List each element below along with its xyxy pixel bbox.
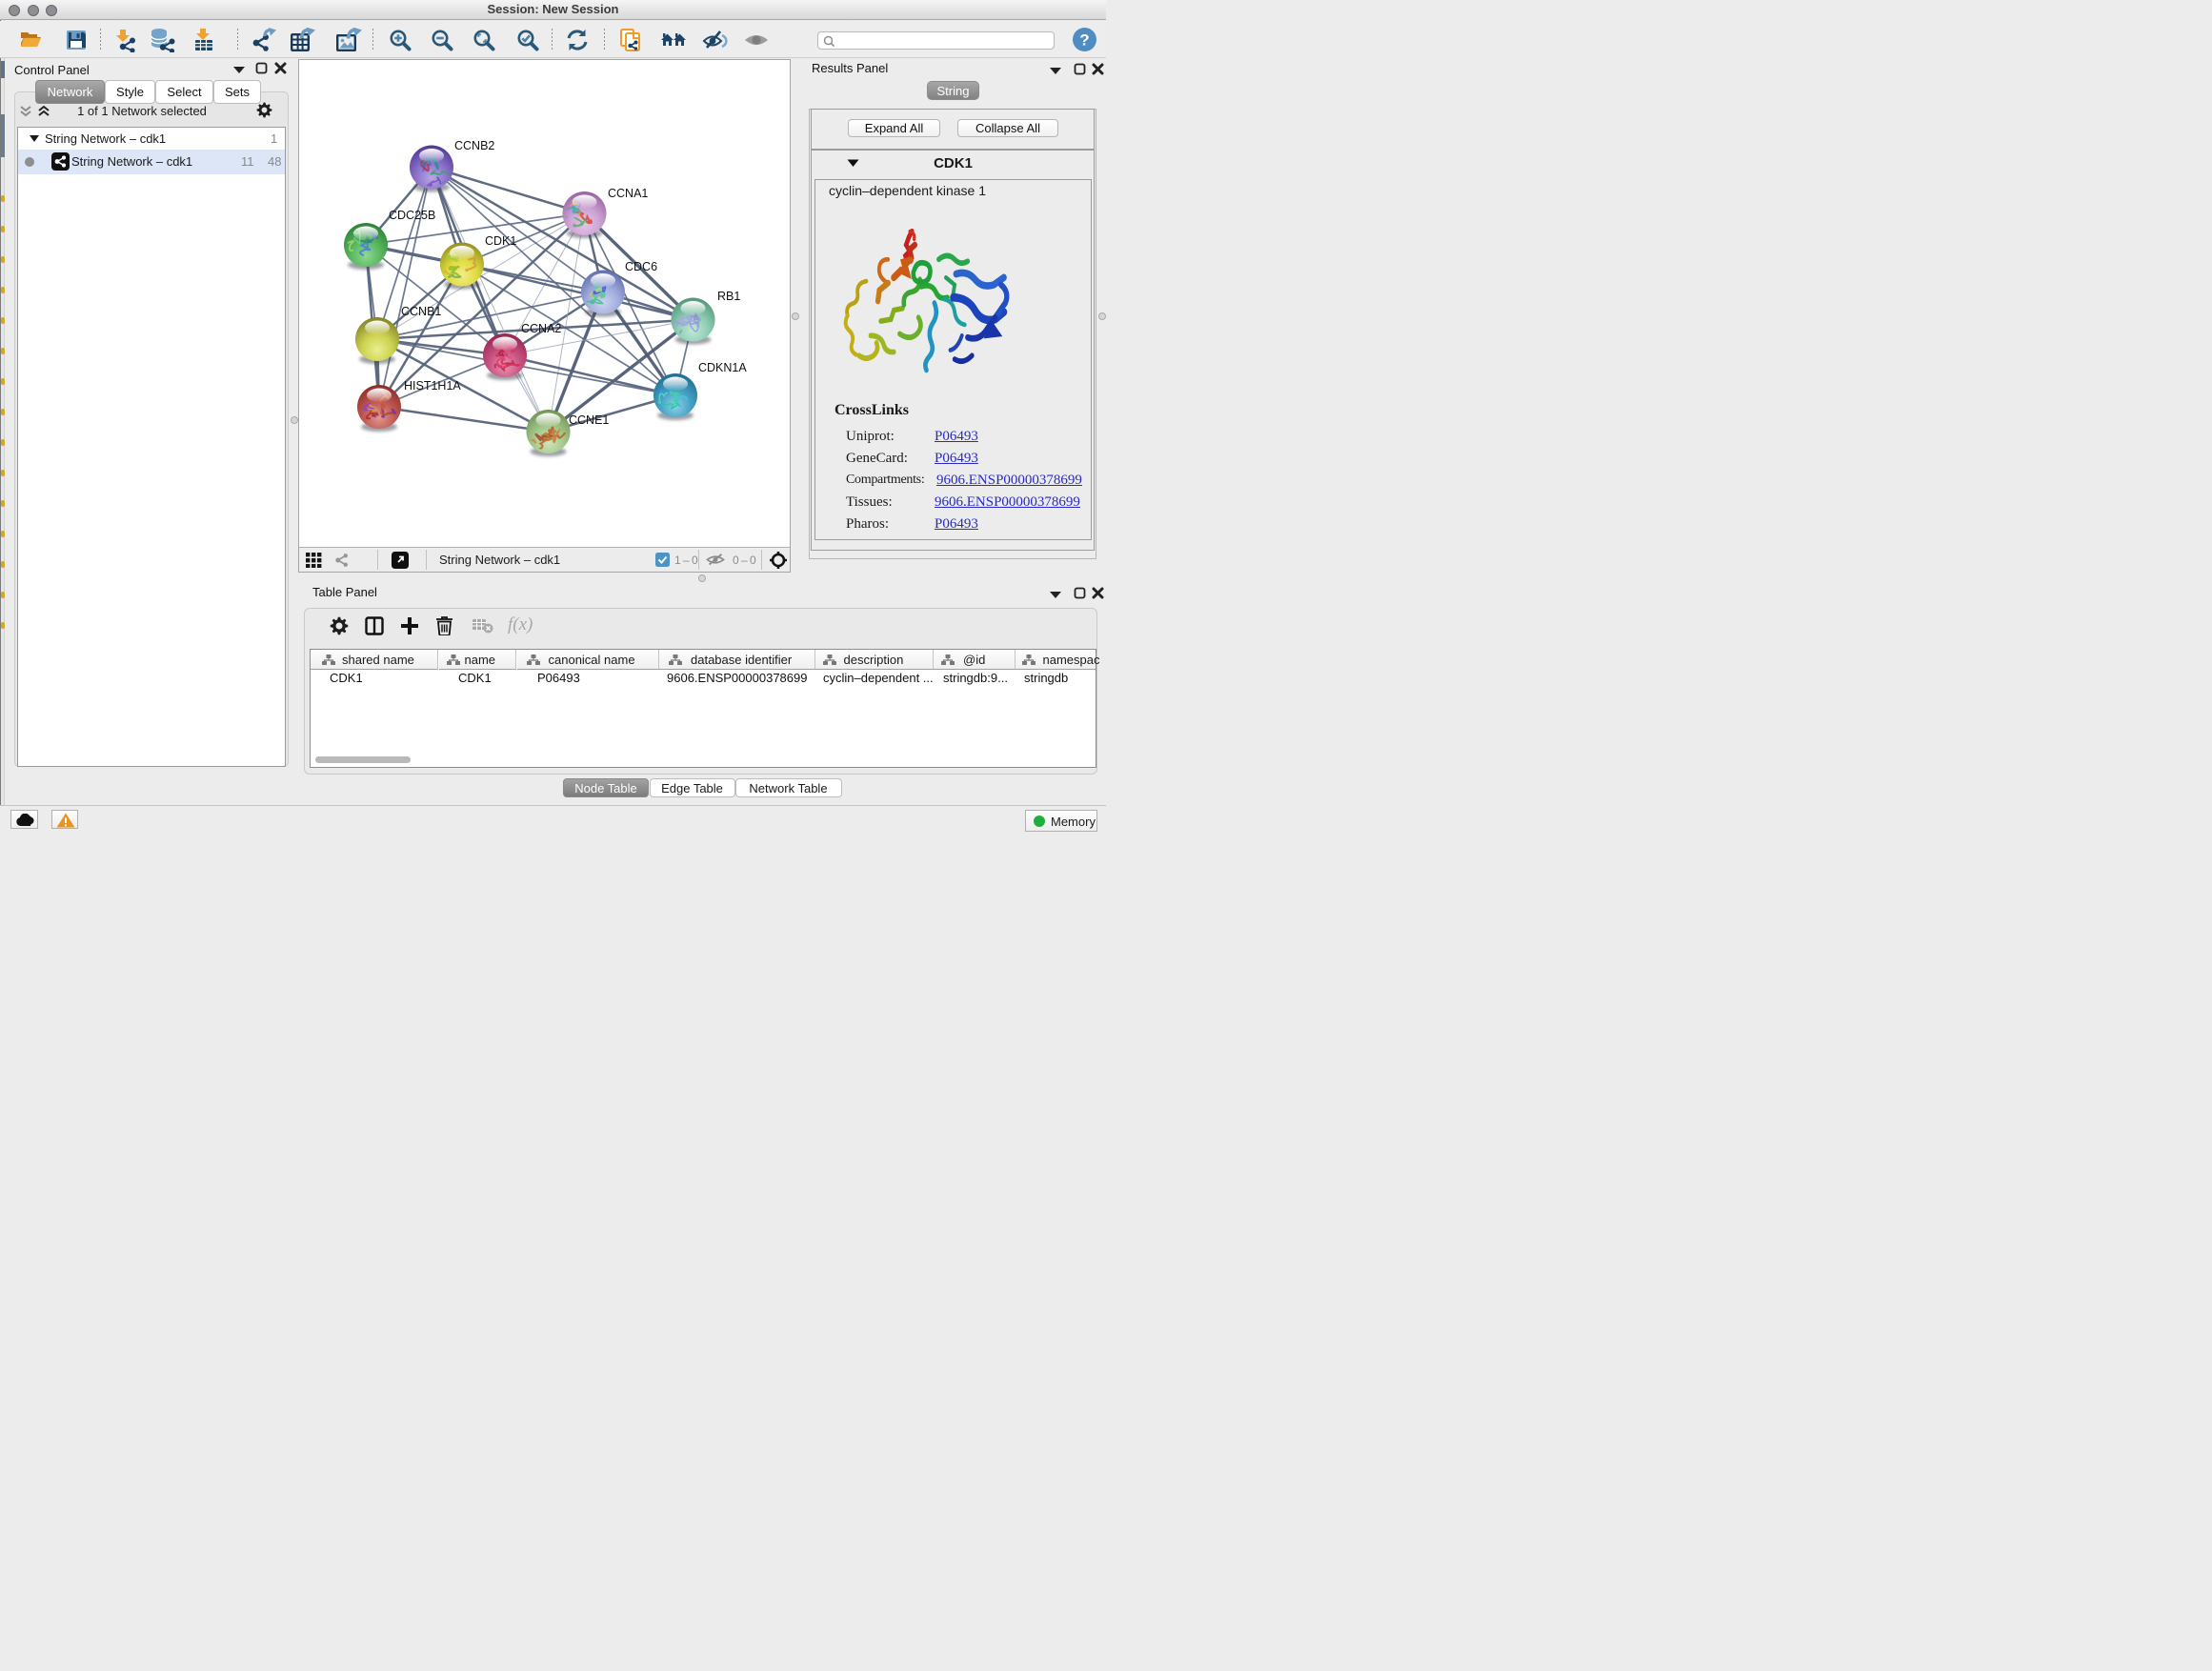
svg-text:?: ? [1079, 31, 1089, 50]
svg-text:CCNB1: CCNB1 [401, 305, 441, 318]
svg-text:CDC6: CDC6 [625, 260, 657, 273]
svg-text:CDKN1A: CDKN1A [698, 361, 747, 374]
svg-text:CCNA2: CCNA2 [521, 322, 561, 335]
svg-text:HIST1H1A: HIST1H1A [404, 379, 461, 393]
svg-text:CCNB2: CCNB2 [454, 139, 494, 152]
svg-text:CDK1: CDK1 [485, 234, 516, 248]
svg-text:CDC25B: CDC25B [389, 209, 435, 222]
svg-text:RB1: RB1 [717, 290, 740, 303]
svg-text:CCNE1: CCNE1 [569, 413, 609, 427]
svg-text:CCNA1: CCNA1 [608, 187, 648, 200]
